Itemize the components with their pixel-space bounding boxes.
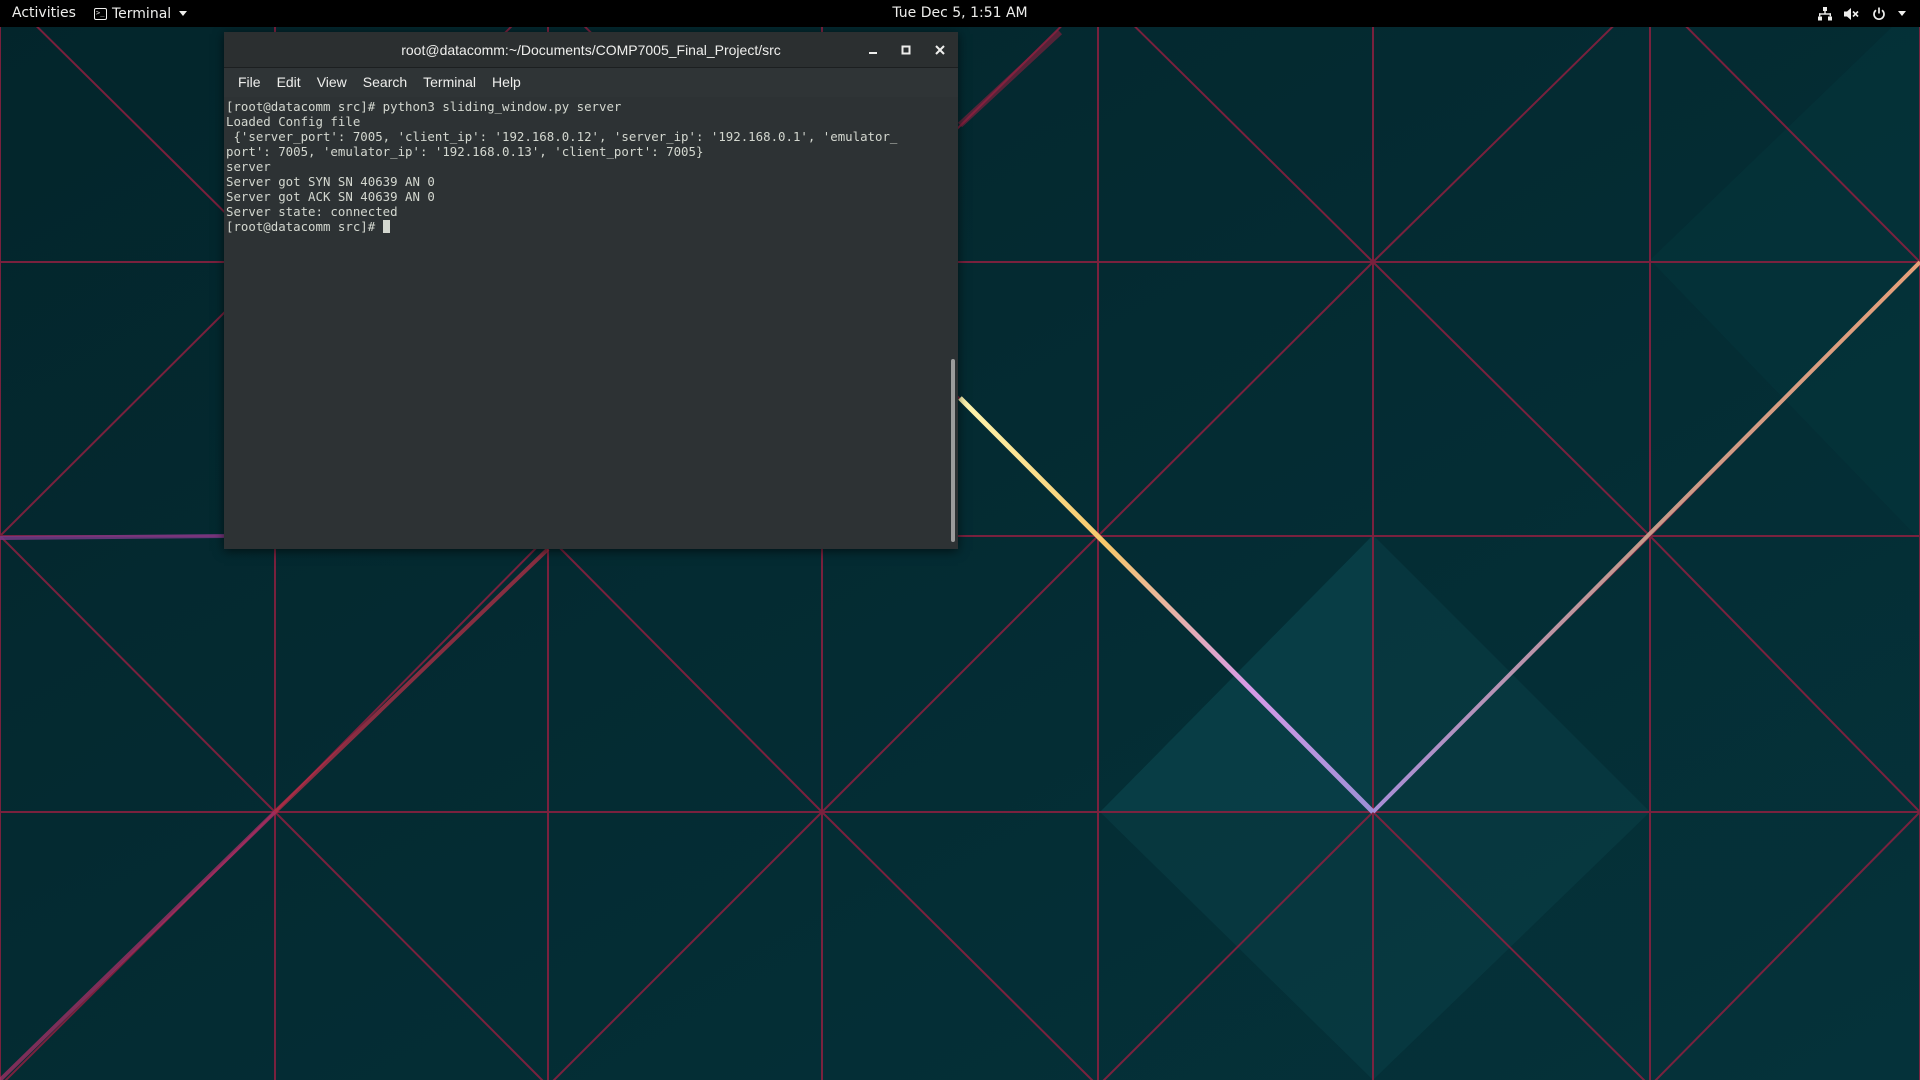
- terminal-output[interactable]: [root@datacomm src]# python3 sliding_win…: [224, 97, 948, 549]
- close-button[interactable]: [930, 40, 950, 60]
- terminal-line: Loaded Config file: [226, 114, 361, 129]
- maximize-button[interactable]: [896, 40, 916, 60]
- app-menu-label: Terminal: [112, 5, 172, 22]
- app-menu-terminal[interactable]: >_ Terminal: [94, 0, 188, 27]
- minimize-button[interactable]: [863, 40, 883, 60]
- window-titlebar[interactable]: root@datacomm:~/Documents/COMP7005_Final…: [224, 32, 958, 68]
- close-icon: [935, 45, 945, 55]
- menu-bar: File Edit View Search Terminal Help: [224, 68, 958, 97]
- terminal-line: Server state: connected: [226, 204, 398, 219]
- terminal-line: Server got ACK SN 40639 AN 0: [226, 189, 435, 204]
- terminal-line: Server got SYN SN 40639 AN 0: [226, 174, 435, 189]
- network-icon: [1818, 6, 1832, 20]
- maximize-icon: [901, 45, 911, 55]
- text-cursor: [382, 220, 390, 233]
- terminal-scrollbar[interactable]: [948, 97, 958, 549]
- chevron-down-icon: [179, 11, 188, 16]
- menu-edit[interactable]: Edit: [269, 68, 309, 97]
- terminal-icon: >_: [94, 7, 107, 20]
- terminal-line: [root@datacomm src]# python3 sliding_win…: [226, 99, 622, 114]
- scrollbar-thumb[interactable]: [951, 359, 955, 542]
- terminal-line: {'server_port': 7005, 'client_ip': '192.…: [226, 129, 898, 144]
- chevron-down-icon: [1898, 11, 1906, 16]
- system-tray[interactable]: [1818, 0, 1906, 27]
- terminal-window[interactable]: root@datacomm:~/Documents/COMP7005_Final…: [224, 32, 958, 549]
- menu-file[interactable]: File: [230, 68, 269, 97]
- window-title: root@datacomm:~/Documents/COMP7005_Final…: [401, 42, 781, 58]
- terminal-line: server: [226, 159, 271, 174]
- terminal-line: port': 7005, 'emulator_ip': '192.168.0.1…: [226, 144, 704, 159]
- minimize-icon: [869, 52, 877, 54]
- volume-muted-icon: [1844, 7, 1859, 20]
- menu-help[interactable]: Help: [484, 68, 529, 97]
- clock[interactable]: Tue Dec 5, 1:51 AM: [892, 5, 1027, 21]
- activities-button[interactable]: Activities: [12, 0, 76, 27]
- menu-view[interactable]: View: [309, 68, 355, 97]
- terminal-prompt: [root@datacomm src]#: [226, 219, 383, 234]
- power-icon: [1873, 7, 1885, 20]
- menu-search[interactable]: Search: [355, 68, 415, 97]
- menu-terminal[interactable]: Terminal: [415, 68, 484, 97]
- top-bar: Activities >_ Terminal Tue Dec 5, 1:51 A…: [0, 0, 1920, 27]
